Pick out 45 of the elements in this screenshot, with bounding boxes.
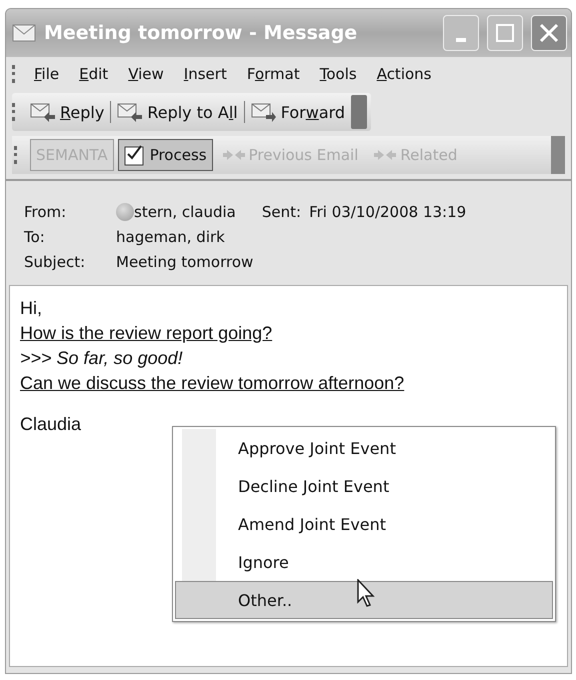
envelope-forward-icon (250, 102, 277, 122)
toolbar-button[interactable]: Process (118, 139, 213, 171)
minimize-icon (456, 38, 466, 42)
link-text[interactable]: How is the review report going? (20, 321, 557, 346)
close-icon (538, 22, 560, 44)
field-label: Sent: (262, 203, 302, 221)
field-label: From: (24, 203, 68, 221)
minimize-button[interactable] (443, 15, 479, 51)
envelope-icon (12, 24, 36, 42)
body-text: Hi, (20, 297, 43, 320)
menu-item[interactable]: Insert (174, 65, 237, 83)
toolbar-grip[interactable] (14, 146, 20, 164)
field-label: To: (24, 228, 46, 246)
toolbar-grip[interactable] (12, 65, 18, 83)
window-title: Meeting tomorrow - Message (44, 22, 358, 44)
envelope-reply-icon (117, 102, 144, 122)
menu-item[interactable]: File (24, 65, 70, 83)
arrows-icon (374, 148, 396, 162)
body-text: >>> So far, so good! (20, 347, 184, 370)
close-button[interactable] (531, 15, 567, 51)
maximize-icon (495, 23, 515, 43)
recipient-name: hageman, dirk (116, 228, 225, 246)
menu-item[interactable]: Edit (69, 65, 118, 83)
menu-item[interactable]: Format (236, 65, 310, 83)
toolbar-grip[interactable] (12, 103, 18, 121)
maximize-button[interactable] (487, 15, 523, 51)
status-icon (116, 203, 134, 221)
cursor-icon (357, 579, 375, 607)
checklist-icon (124, 144, 146, 166)
menu-item[interactable]: Other.. (175, 581, 553, 619)
menu-item[interactable]: Tools (310, 65, 367, 83)
toolbar-button[interactable]: Reply (24, 102, 110, 122)
body-text: Claudia (20, 413, 82, 436)
arrows-icon (222, 148, 245, 162)
menu-item[interactable]: View (118, 65, 174, 83)
envelope-reply-icon (30, 102, 56, 122)
overflow-button[interactable] (351, 95, 368, 129)
link-text[interactable]: Can we discuss the review tomorrow afternoon? (20, 371, 557, 396)
sent-date: Fri 03/10/2008 13:19 (309, 203, 466, 221)
field-label: Subject: (24, 253, 86, 271)
menu-item[interactable]: Actions (366, 65, 442, 83)
toolbar-button[interactable]: Reply to All (111, 102, 244, 122)
sender-name: stern, claudia (134, 203, 236, 221)
toolbar-button[interactable]: Forward (244, 102, 352, 122)
subject-text: Meeting tomorrow (116, 253, 254, 271)
